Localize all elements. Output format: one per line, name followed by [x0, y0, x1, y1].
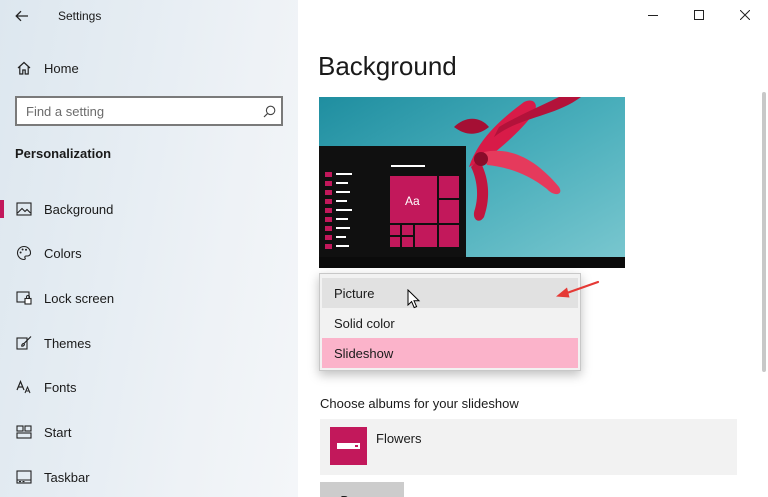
minimize-button[interactable] — [630, 0, 676, 30]
dropdown-option-slideshow[interactable]: Slideshow — [322, 338, 578, 368]
sidebar-item-label: Start — [44, 424, 72, 440]
search-input[interactable] — [17, 98, 257, 124]
sidebar-item-background[interactable]: Background — [0, 192, 298, 226]
back-arrow-icon — [15, 10, 28, 22]
window-controls — [630, 0, 768, 32]
preview-tile-label: Aa — [405, 194, 420, 208]
sidebar-item-colors[interactable]: Colors — [0, 236, 298, 270]
dropdown-option-picture[interactable]: Picture — [322, 278, 578, 308]
navigation-pane: Settings Home Personalization Background — [0, 0, 298, 497]
brush-icon — [12, 335, 36, 351]
lock-screen-icon — [12, 291, 36, 305]
sidebar-item-label: Themes — [44, 335, 91, 351]
browse-button[interactable]: Browse — [320, 482, 404, 497]
close-button[interactable] — [722, 0, 768, 30]
annotation-arrow-icon — [556, 280, 600, 298]
mouse-cursor-icon — [407, 289, 421, 309]
maximize-icon — [694, 10, 704, 20]
taskbar-icon — [12, 470, 36, 484]
maximize-button[interactable] — [676, 0, 722, 30]
scrollbar[interactable] — [762, 92, 766, 372]
sidebar-item-lock-screen[interactable]: Lock screen — [0, 281, 298, 315]
nav-home[interactable]: Home — [0, 52, 298, 84]
background-type-dropdown[interactable]: Picture Solid color Slideshow — [319, 273, 581, 371]
sidebar-item-taskbar[interactable]: Taskbar — [0, 460, 298, 494]
search-box[interactable] — [15, 96, 283, 126]
back-button[interactable] — [8, 4, 36, 28]
picture-icon — [12, 202, 36, 216]
title-bar: Settings — [0, 0, 298, 32]
start-icon — [12, 425, 36, 439]
sidebar-item-label: Taskbar — [44, 469, 90, 485]
sidebar-item-label: Fonts — [44, 379, 77, 395]
dropdown-option-solid-color[interactable]: Solid color — [322, 308, 578, 338]
close-icon — [740, 10, 750, 20]
page-title: Background — [318, 51, 457, 81]
sidebar-item-themes[interactable]: Themes — [0, 326, 298, 360]
minimize-icon — [648, 15, 658, 16]
album-name: Flowers — [376, 431, 422, 446]
sidebar-item-label: Colors — [44, 245, 82, 261]
nav-home-label: Home — [44, 60, 79, 76]
sidebar-item-label: Background — [44, 201, 114, 217]
albums-section-title: Choose albums for your slideshow — [320, 396, 519, 411]
sidebar-item-label: Lock screen — [44, 290, 115, 306]
fonts-icon — [12, 380, 36, 394]
sidebar-item-start[interactable]: Start — [0, 415, 298, 449]
album-item[interactable]: Flowers — [320, 419, 737, 475]
album-folder-icon — [330, 427, 367, 465]
sidebar-item-fonts[interactable]: Fonts — [0, 370, 298, 404]
home-icon — [12, 60, 36, 76]
app-title: Settings — [58, 9, 102, 23]
search-icon[interactable] — [257, 105, 281, 118]
palette-icon — [12, 245, 36, 261]
section-title: Personalization — [15, 146, 112, 161]
background-preview: Aa — [319, 97, 625, 268]
